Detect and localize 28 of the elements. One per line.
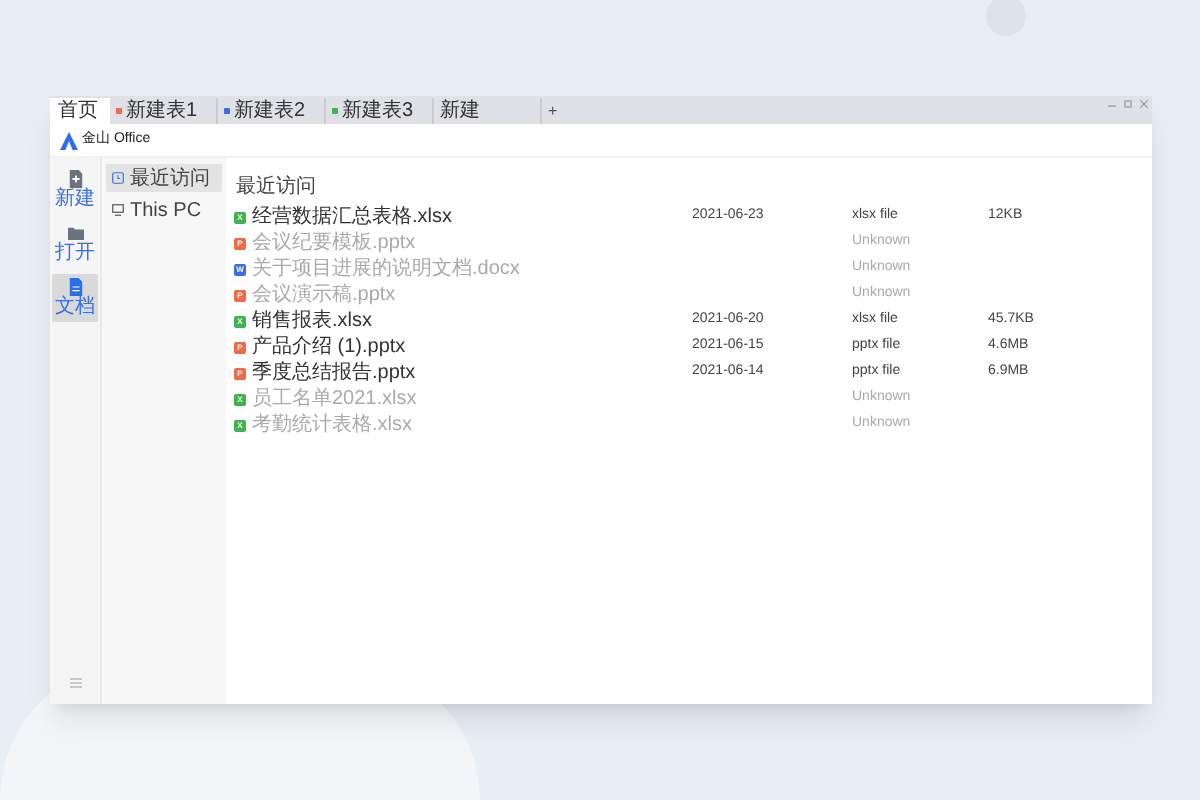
nav-item[interactable]: This PC [106,196,222,224]
document-icon [67,278,83,296]
clock-icon [112,172,124,184]
file-name[interactable]: 产品介绍 (1).pptx [252,335,692,359]
tab[interactable]: 新建表3 [326,98,434,124]
tab[interactable]: 新建表2 [218,98,326,124]
tab[interactable]: 新建 [434,98,542,124]
file-icon [332,108,338,114]
minimize-icon[interactable] [1108,100,1116,108]
file-name[interactable]: 经营数据汇总表格.xlsx [252,205,692,229]
tab[interactable]: 首页 [50,98,110,124]
document-icon [67,170,83,188]
menu-icon[interactable] [69,678,81,688]
new-tab-button[interactable]: + [542,98,564,124]
restore-icon[interactable] [1124,100,1132,108]
section-title: 最近访问 [236,176,318,200]
tab[interactable]: 新建表1 [110,98,218,124]
sidebar-item[interactable]: 打开 [52,220,98,268]
monitor-icon [112,204,124,216]
file-icon [116,108,122,114]
sidebar-item[interactable]: 新建 [52,166,98,214]
logo-icon [60,131,78,149]
close-icon[interactable] [1140,100,1148,108]
file-icon [224,108,230,114]
nav-item[interactable]: 最近访问 [106,164,222,192]
file-name[interactable]: 季度总结报告.pptx [252,361,692,385]
folder-icon [67,224,83,242]
file-name[interactable]: 销售报表.xlsx [252,309,692,333]
